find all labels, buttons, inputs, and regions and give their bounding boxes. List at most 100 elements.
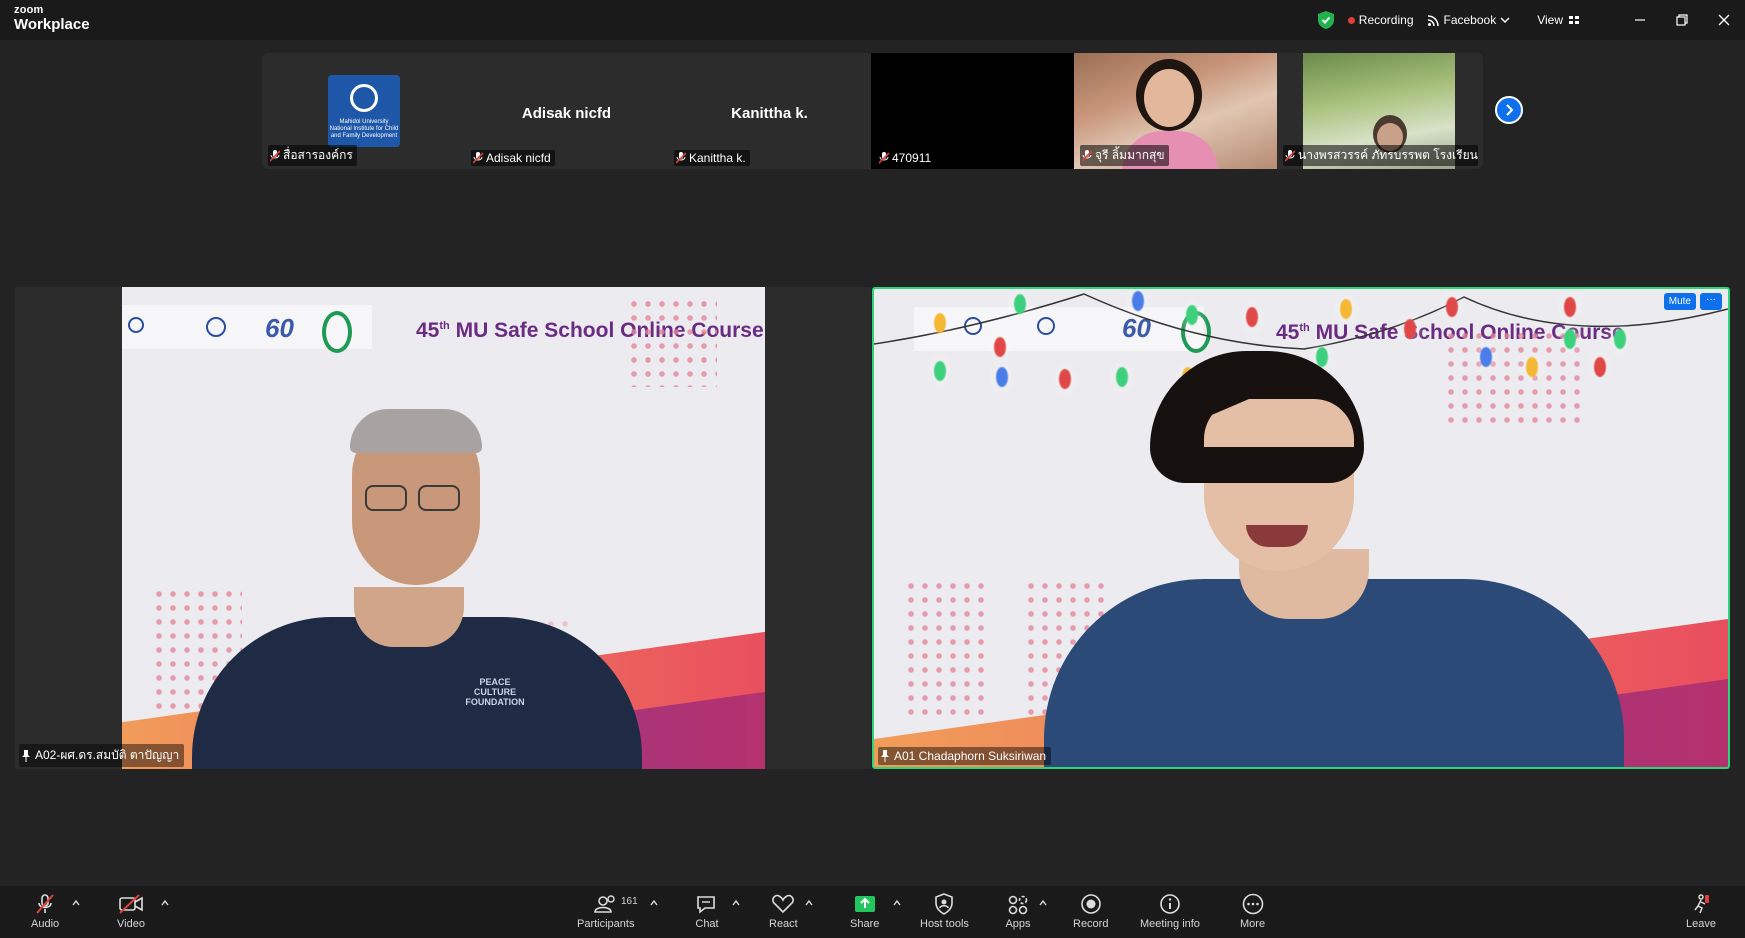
host-tools-label: Host tools	[920, 918, 969, 930]
participants-options-chevron-up-icon[interactable]	[650, 899, 658, 907]
participant-thumbnail[interactable]: Kanittha k. Kanittha k.	[668, 53, 871, 169]
participant-name: จุรี ลิ้มมากสุข	[1095, 148, 1165, 162]
muted-mic-icon	[1082, 149, 1092, 162]
close-icon	[1718, 14, 1730, 26]
info-icon	[1160, 894, 1180, 914]
audio-label: Audio	[31, 918, 60, 930]
restore-icon	[1676, 14, 1688, 26]
record-icon	[1080, 894, 1101, 914]
chat-button[interactable]: Chat	[694, 892, 720, 930]
participant-thumbnail[interactable]: Mahidol University National Institute fo…	[262, 53, 465, 169]
mute-participant-button[interactable]: Mute	[1663, 293, 1696, 310]
participant-name-tag: สื่อสารองค์กร	[268, 145, 357, 166]
title-bar: zoom Workplace Recording Facebook View	[0, 0, 1745, 40]
muted-mic-icon	[1285, 149, 1295, 162]
meeting-stage: Mahidol University National Institute fo…	[0, 40, 1745, 886]
participant-name: 470911	[892, 151, 932, 165]
muted-mic-icon	[270, 149, 280, 162]
more-dots-icon	[1242, 893, 1263, 915]
restore-button[interactable]	[1661, 0, 1703, 40]
record-button[interactable]: Record	[1073, 892, 1108, 930]
apps-label: Apps	[1005, 918, 1031, 930]
minimize-icon	[1635, 19, 1645, 21]
minimize-button[interactable]	[1619, 0, 1661, 40]
share-button[interactable]: Share	[850, 892, 879, 930]
participant-thumbnail[interactable]: Adisak nicfd Adisak nicfd	[465, 53, 668, 169]
audio-options-chevron-up-icon[interactable]	[72, 899, 80, 907]
participant-strip: Mahidol University National Institute fo…	[262, 53, 1483, 169]
participant-name-tag: A02-ผศ.ดร.สมบัติ ตาปัญญา	[19, 744, 185, 767]
chat-label: Chat	[695, 918, 719, 930]
brand-bottom: Workplace	[14, 16, 90, 33]
view-menu[interactable]: View	[1537, 13, 1579, 27]
participant-name: นางพรสวรรค์ ภัทรบรรพต โรงเรียนสร...	[1298, 148, 1478, 162]
apps-icon	[1008, 895, 1028, 915]
heart-icon	[772, 894, 795, 914]
participants-count: 161	[621, 896, 638, 907]
participant-display-name: Adisak nicfd	[521, 105, 612, 122]
participant-thumbnail[interactable]: จุรี ลิ้มมากสุข	[1074, 53, 1277, 169]
participants-label: Participants	[577, 918, 635, 930]
shirt-logo-text: PEACE CULTURE FOUNDATION	[465, 677, 525, 707]
more-label: More	[1240, 918, 1266, 930]
meeting-info-label: Meeting info	[1140, 918, 1200, 930]
active-speaker-tile[interactable]: 60 45th MU Safe School Online Course	[872, 287, 1730, 769]
pin-icon	[881, 750, 889, 762]
close-button[interactable]	[1703, 0, 1745, 40]
muted-mic-icon	[473, 152, 483, 164]
leave-button[interactable]: Leave	[1686, 892, 1716, 930]
participant-thumbnail[interactable]: นางพรสวรรค์ ภัทรบรรพต โรงเรียนสร...	[1277, 53, 1480, 169]
shield-icon	[935, 893, 954, 915]
zoom-workplace-logo: zoom Workplace	[14, 4, 90, 33]
logo-text: Mahidol University National Institute fo…	[329, 119, 399, 139]
chevron-down-icon	[1500, 17, 1510, 24]
muted-microphone-icon	[36, 894, 54, 914]
chat-options-chevron-up-icon[interactable]	[732, 899, 740, 907]
chevron-right-icon	[1506, 104, 1514, 116]
participant-name: Adisak nicfd	[486, 151, 551, 165]
react-button[interactable]: React	[769, 892, 798, 930]
recording-indicator[interactable]: Recording	[1347, 13, 1414, 27]
participant-name: A02-ผศ.ดร.สมบัติ ตาปัญญา	[35, 748, 180, 762]
leave-door-icon	[1694, 894, 1709, 914]
chat-bubble-icon	[697, 896, 715, 914]
participant-name-tag: นางพรสวรรค์ ภัทรบรรพต โรงเรียนสร...	[1283, 145, 1478, 166]
share-label: Share	[850, 918, 880, 930]
apps-button[interactable]: Apps	[1005, 892, 1031, 930]
video-button[interactable]: Video	[117, 892, 145, 930]
video-label: Video	[117, 918, 145, 930]
participant-thumbnail[interactable]: 470911	[871, 53, 1074, 169]
react-options-chevron-up-icon[interactable]	[805, 899, 813, 907]
share-options-chevron-up-icon[interactable]	[893, 899, 901, 907]
host-tools-button[interactable]: Host tools	[920, 892, 969, 930]
meeting-controls: Audio Video Participants 161 Chat React …	[0, 886, 1745, 938]
encryption-shield-icon[interactable]	[1317, 11, 1334, 29]
muted-mic-icon	[676, 152, 686, 164]
participant-name-tag: Kanittha k.	[674, 150, 750, 166]
livestream-facebook-menu[interactable]: Facebook	[1427, 13, 1516, 27]
participant-name: A01 Chadaphorn Suksiriwan	[894, 749, 1047, 763]
participant-name: สื่อสารองค์กร	[283, 148, 353, 162]
audio-button[interactable]: Audio	[31, 892, 59, 930]
video-tile[interactable]: 60 45th MU Safe School Online Course PEA…	[15, 287, 871, 769]
muted-mic-icon	[879, 152, 889, 164]
recording-label: Recording	[1358, 13, 1414, 27]
participant-display-name: Kanittha k.	[731, 105, 808, 122]
participant-name-tag: A01 Chadaphorn Suksiriwan	[878, 747, 1052, 765]
livestream-icon	[1427, 14, 1439, 26]
participants-icon	[593, 895, 615, 913]
next-page-button[interactable]	[1495, 96, 1523, 124]
react-label: React	[769, 918, 798, 930]
livestream-label: Facebook	[1443, 13, 1497, 27]
tile-more-options-button[interactable]: ···	[1700, 293, 1722, 310]
stopped-video-camera-icon	[119, 894, 143, 914]
more-button[interactable]: More	[1240, 892, 1265, 930]
video-options-chevron-up-icon[interactable]	[161, 899, 169, 907]
recording-dot-icon	[1347, 16, 1355, 24]
apps-options-chevron-up-icon[interactable]	[1039, 899, 1047, 907]
participant-name-tag: 470911	[877, 150, 936, 166]
pin-icon	[22, 749, 30, 762]
brand-top: zoom	[14, 4, 44, 16]
meeting-info-button[interactable]: Meeting info	[1140, 892, 1200, 930]
participant-name-tag: จุรี ลิ้มมากสุข	[1080, 145, 1169, 166]
